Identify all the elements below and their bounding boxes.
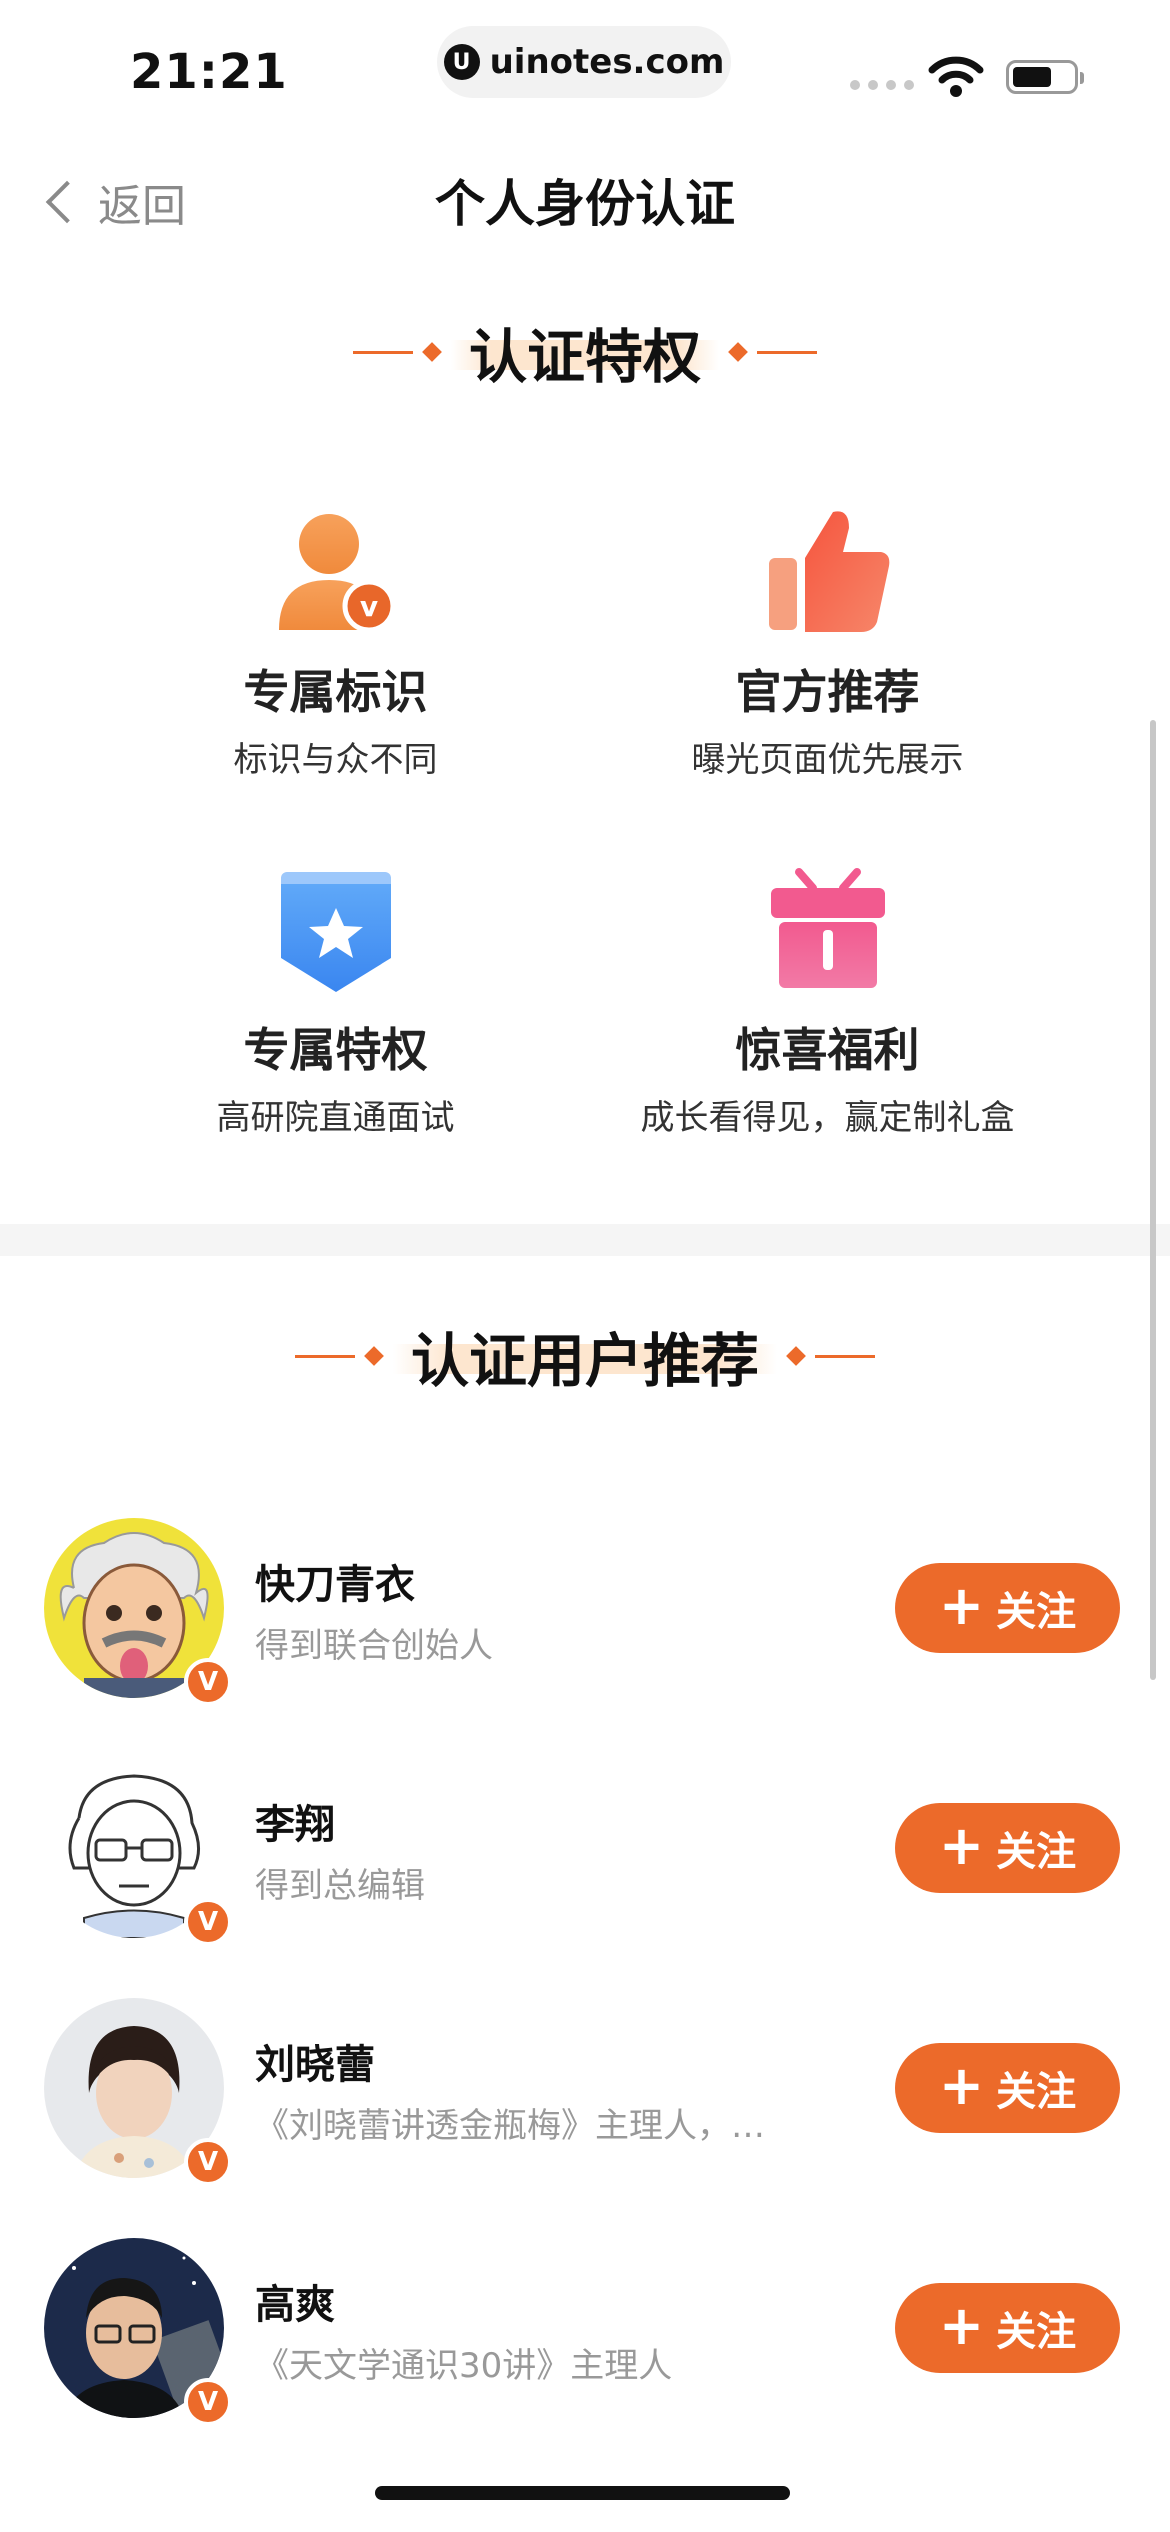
follow-label: 关注 — [996, 1829, 1077, 1875]
plus-icon: + — [938, 1574, 985, 1637]
back-button[interactable]: 返回 — [40, 170, 186, 234]
privileges-heading: 认证特权 — [0, 310, 1170, 394]
follow-button[interactable]: + 关注 — [895, 1563, 1120, 1653]
user-bio: 得到联合创始人 — [255, 1626, 493, 1666]
follow-button[interactable]: + 关注 — [895, 2283, 1120, 2373]
privilege-name: 惊喜福利 — [735, 1023, 920, 1077]
user-bio: 得到总编辑 — [255, 1866, 425, 1906]
follow-label: 关注 — [996, 2309, 1077, 2355]
privilege-desc: 成长看得见，赢定制礼盒 — [640, 1098, 1015, 1138]
list-item[interactable]: V 李翔 得到总编辑 + 关注 — [0, 1758, 1170, 1948]
privilege-surprise-benefits: 惊喜福利 成长看得见，赢定制礼盒 — [535, 866, 1120, 1139]
user-bio: 《刘晓蕾讲透金瓶梅》主理人，… — [255, 2106, 765, 2146]
user-verified-icon: v — [271, 508, 401, 638]
url-pill[interactable]: U uinotes.com — [437, 26, 731, 98]
plus-icon: + — [938, 2054, 985, 2117]
chevron-left-icon — [45, 180, 89, 224]
gift-icon — [763, 866, 893, 996]
privilege-official-recommend: 官方推荐 曝光页面优先展示 — [535, 508, 1120, 781]
recommend-heading: 认证用户推荐 — [0, 1314, 1170, 1398]
list-item[interactable]: V 刘晓蕾 《刘晓蕾讲透金瓶梅》主理人，… + 关注 — [0, 1998, 1170, 2188]
follow-label: 关注 — [996, 2069, 1077, 2115]
verified-badge: V — [184, 2138, 232, 2186]
privilege-desc: 曝光页面优先展示 — [691, 740, 964, 780]
plus-icon: + — [938, 1814, 985, 1877]
back-label: 返回 — [98, 181, 186, 232]
user-name[interactable]: 刘晓蕾 — [255, 2032, 375, 2090]
thumbs-up-icon — [763, 508, 893, 638]
privileges-heading-text: 认证特权 — [451, 310, 719, 394]
cellular-signal-icon — [850, 80, 914, 90]
follow-label: 关注 — [996, 1589, 1077, 1635]
user-name[interactable]: 李翔 — [255, 1792, 335, 1850]
battery-icon — [1006, 60, 1084, 94]
list-item[interactable]: V 快刀青衣 得到联合创始人 + 关注 — [0, 1518, 1170, 1708]
scrollbar[interactable] — [1150, 720, 1156, 1680]
follow-button[interactable]: + 关注 — [895, 1803, 1120, 1893]
home-indicator[interactable] — [375, 2486, 790, 2500]
verified-badge: V — [184, 1898, 232, 1946]
privilege-name: 官方推荐 — [735, 665, 920, 719]
svg-text:v: v — [359, 590, 377, 623]
url-text: uinotes.com — [489, 42, 725, 82]
status-time: 21:21 — [130, 44, 288, 100]
follow-button[interactable]: + 关注 — [895, 2043, 1120, 2133]
list-item[interactable]: V 高爽 《天文学通识30讲》主理人 + 关注 — [0, 2238, 1170, 2428]
site-logo-icon: U — [443, 44, 480, 80]
wifi-icon — [928, 56, 984, 97]
recommend-heading-text: 认证用户推荐 — [393, 1314, 777, 1398]
star-shield-icon — [271, 866, 401, 996]
user-name[interactable]: 快刀青衣 — [255, 1552, 415, 1610]
section-divider — [0, 1224, 1170, 1256]
verified-badge: V — [184, 1658, 232, 1706]
user-bio: 《天文学通识30讲》主理人 — [255, 2346, 673, 2386]
user-name[interactable]: 高爽 — [255, 2272, 335, 2330]
plus-icon: + — [938, 2294, 985, 2357]
verified-badge: V — [184, 2378, 232, 2426]
